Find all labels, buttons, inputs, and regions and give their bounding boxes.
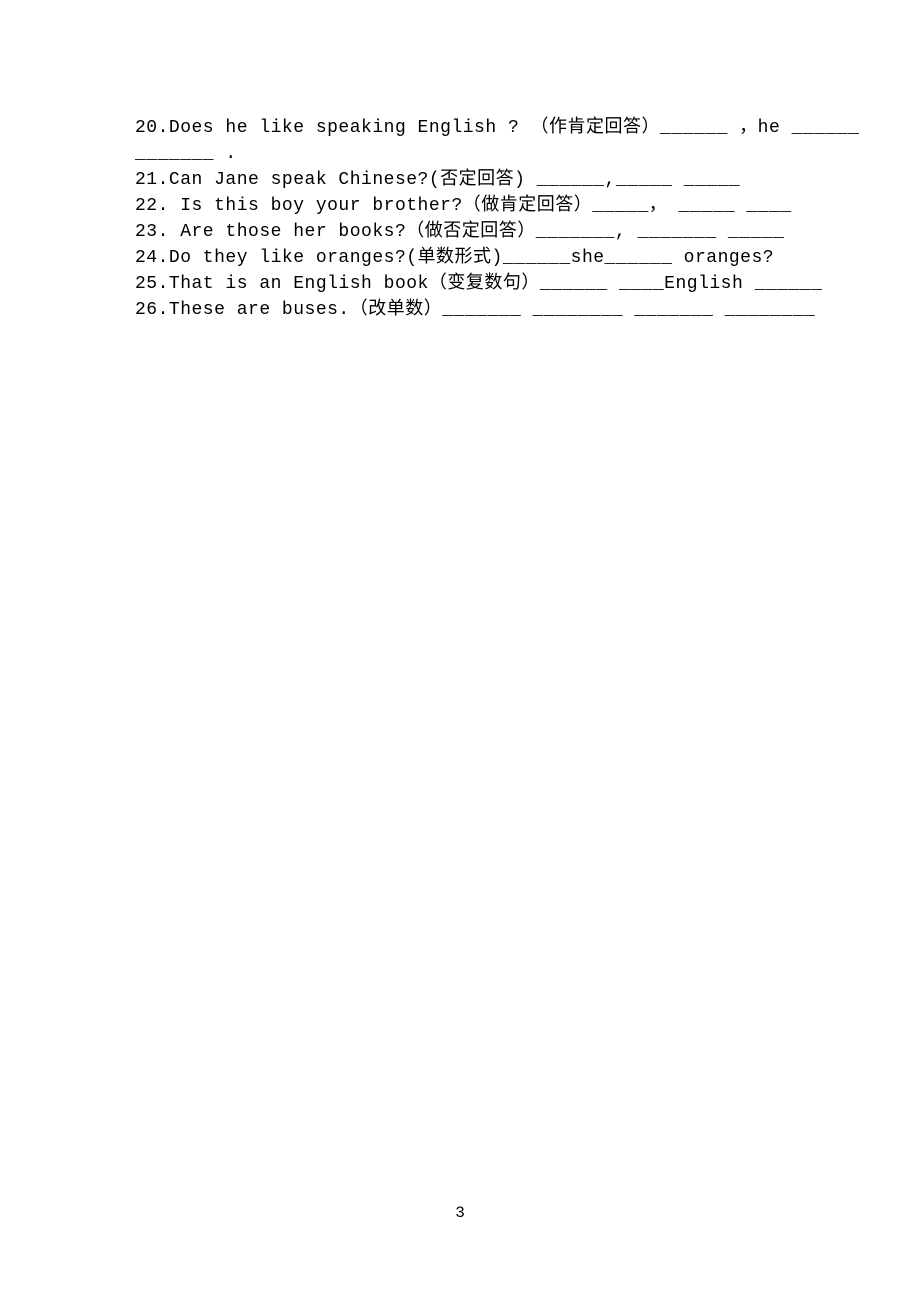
question-24: 24.Do they like oranges?(单数形式)______she_…: [135, 245, 800, 271]
question-22: 22. Is this boy your brother?（做肯定回答）____…: [135, 193, 800, 219]
question-25: 25.That is an English book（变复数句）______ _…: [135, 271, 800, 297]
question-21: 21.Can Jane speak Chinese?(否定回答) ______,…: [135, 167, 800, 193]
question-20-line2: _______ .: [135, 141, 800, 167]
question-20-line1: 20.Does he like speaking English ? （作肯定回…: [135, 115, 800, 141]
page-number: 3: [0, 1204, 920, 1222]
document-page: 20.Does he like speaking English ? （作肯定回…: [0, 0, 920, 1302]
question-23: 23. Are those her books?（做否定回答）_______, …: [135, 219, 800, 245]
question-26: 26.These are buses.（改单数）_______ ________…: [135, 297, 800, 323]
